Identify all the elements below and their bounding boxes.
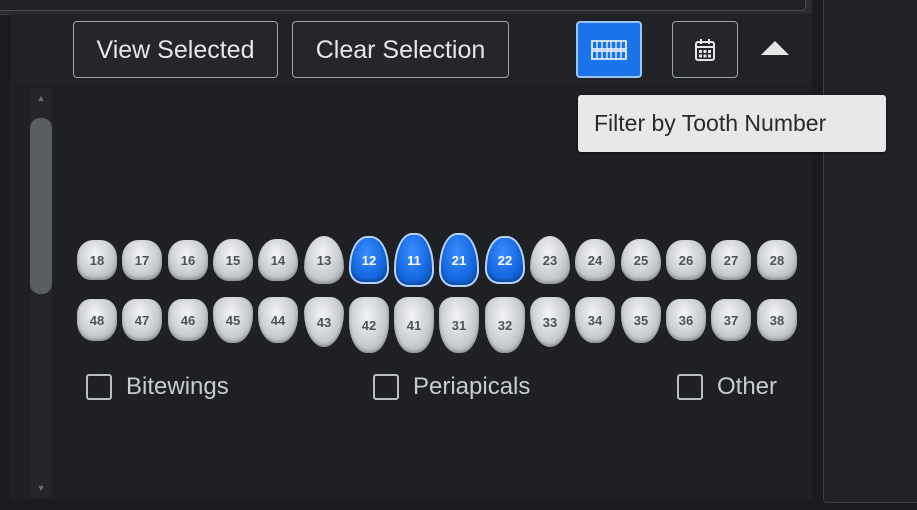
- right-side-pane: [823, 0, 917, 503]
- checkbox-box[interactable]: [373, 374, 399, 400]
- tooth-31[interactable]: 31: [439, 297, 479, 353]
- view-selected-button[interactable]: View Selected: [73, 21, 278, 78]
- tooth-35[interactable]: 35: [621, 297, 661, 343]
- filter-by-tooth-button[interactable]: [576, 21, 642, 78]
- teeth-icon: [591, 39, 627, 60]
- tooth-18[interactable]: 18: [77, 240, 117, 280]
- tooth-13[interactable]: 13: [304, 236, 344, 284]
- tooth-15[interactable]: 15: [213, 239, 253, 281]
- checkbox-box[interactable]: [677, 374, 703, 400]
- tooth-38[interactable]: 38: [757, 299, 797, 341]
- tooth-21[interactable]: 21: [439, 233, 479, 287]
- tooth-33[interactable]: 33: [530, 297, 570, 347]
- tooth-14[interactable]: 14: [258, 239, 298, 281]
- tooth-11[interactable]: 11: [394, 233, 434, 287]
- bitewings-label: Bitewings: [126, 373, 229, 400]
- chevron-up-icon: [761, 41, 789, 55]
- tooth-37[interactable]: 37: [711, 299, 751, 341]
- tooth-17[interactable]: 17: [122, 240, 162, 280]
- tooth-27[interactable]: 27: [711, 240, 751, 280]
- calendar-icon: [695, 38, 715, 61]
- periapicals-label: Periapicals: [413, 373, 531, 400]
- top-panel-inner: [0, 0, 806, 11]
- periapicals-checkbox[interactable]: Periapicals: [373, 369, 530, 405]
- tooth-41[interactable]: 41: [394, 297, 434, 353]
- tooth-36[interactable]: 36: [666, 299, 706, 341]
- other-label: Other: [717, 373, 778, 400]
- tooth-26[interactable]: 26: [666, 240, 706, 280]
- tooth-43[interactable]: 43: [304, 297, 344, 347]
- tooth-25[interactable]: 25: [621, 239, 661, 281]
- tooth-24[interactable]: 24: [575, 239, 615, 281]
- tooth-48[interactable]: 48: [77, 299, 117, 341]
- tooth-47[interactable]: 47: [122, 299, 162, 341]
- tooth-12[interactable]: 12: [349, 236, 389, 284]
- top-panel-edge: [0, 0, 812, 15]
- tooth-28[interactable]: 28: [757, 240, 797, 280]
- tooth-46[interactable]: 46: [168, 299, 208, 341]
- scroll-up-arrow-icon[interactable]: ▲: [36, 94, 46, 103]
- other-checkbox[interactable]: Other: [677, 369, 777, 405]
- filter-by-date-button[interactable]: [672, 21, 738, 78]
- tooth-34[interactable]: 34: [575, 297, 615, 343]
- checkbox-box[interactable]: [86, 374, 112, 400]
- dental-image-filter-panel: View Selected Clear Selection ▲ ▼ 18 17 …: [0, 0, 917, 510]
- tooltip: Filter by Tooth Number: [578, 95, 886, 152]
- tooth-23[interactable]: 23: [530, 236, 570, 284]
- clear-selection-button[interactable]: Clear Selection: [292, 21, 509, 78]
- bitewings-checkbox[interactable]: Bitewings: [86, 369, 229, 405]
- tooth-42[interactable]: 42: [349, 297, 389, 353]
- scroll-down-arrow-icon[interactable]: ▼: [36, 484, 46, 493]
- collapse-panel-button[interactable]: [758, 36, 792, 60]
- upper-teeth-row: 18 17 16 15 14 13 12 11 21 22 23 24 25 26 27 28: [77, 233, 797, 287]
- toolbar: View Selected Clear Selection: [10, 14, 812, 84]
- tooth-44[interactable]: 44: [258, 297, 298, 343]
- tooth-22[interactable]: 22: [485, 236, 525, 284]
- tooth-32[interactable]: 32: [485, 297, 525, 353]
- scrollbar-thumb[interactable]: [30, 118, 52, 294]
- tooth-45[interactable]: 45: [213, 297, 253, 343]
- tooth-16[interactable]: 16: [168, 240, 208, 280]
- lower-teeth-row: 48 47 46 45 44 43 42 41 31 32 33 34 35 36 37 38: [77, 294, 797, 353]
- pane-divider: [812, 0, 823, 510]
- vertical-scrollbar[interactable]: ▲ ▼: [30, 88, 52, 498]
